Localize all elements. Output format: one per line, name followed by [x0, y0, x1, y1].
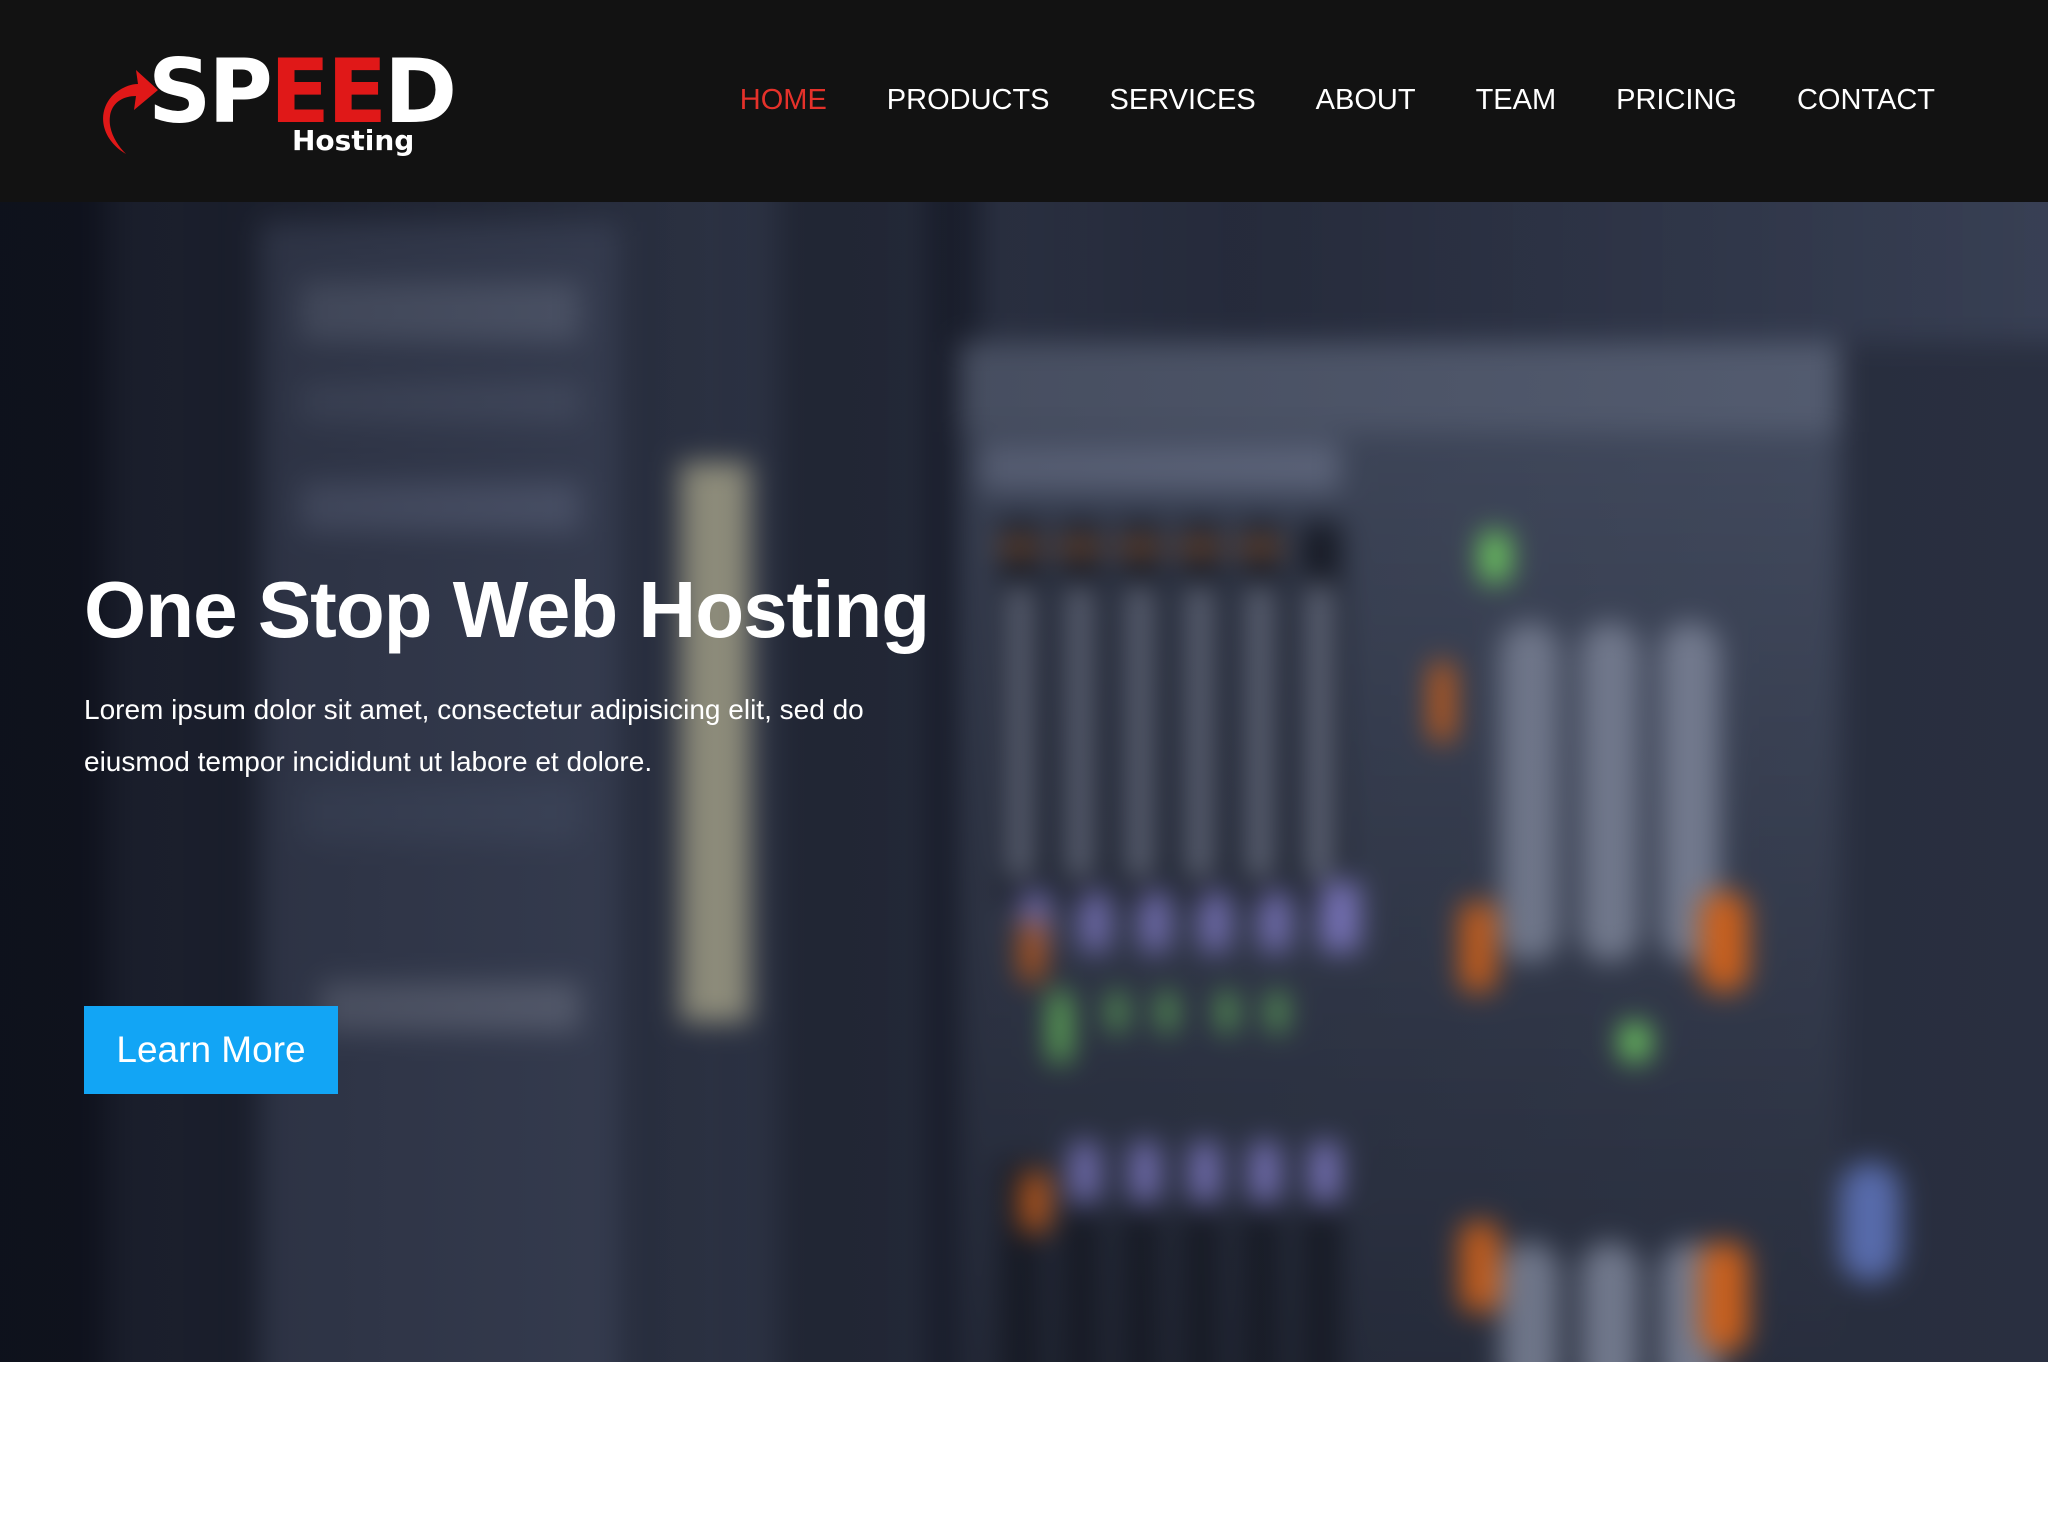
speed-hosting-logo[interactable]: SPEED Hosting [90, 44, 457, 162]
nav-item-team[interactable]: TEAM [1476, 84, 1557, 117]
nav-item-home[interactable]: HOME [740, 84, 827, 117]
logo-prefix: SP [148, 40, 273, 143]
nav-item-services[interactable]: SERVICES [1110, 84, 1256, 117]
nav-item-about[interactable]: ABOUT [1316, 84, 1416, 117]
hero-description: Lorem ipsum dolor sit amet, consectetur … [84, 694, 864, 777]
hero-title: One Stop Web Hosting [84, 565, 930, 654]
main-nav: HOME PRODUCTS SERVICES ABOUT TEAM PRICIN… [680, 76, 1935, 124]
hero-content: One Stop Web Hosting Lorem ipsum dolor s… [84, 562, 984, 1094]
nav-item-pricing[interactable]: PRICING [1616, 84, 1737, 117]
learn-more-button[interactable]: Learn More [84, 1006, 338, 1094]
nav-item-contact[interactable]: CONTACT [1797, 84, 1935, 117]
site-header: SPEED Hosting HOME PRODUCTS SERVICES ABO… [0, 0, 2048, 202]
hero-section: One Stop Web Hosting Lorem ipsum dolor s… [0, 202, 2048, 1362]
content-area [0, 1362, 2048, 1536]
logo-subtitle: Hosting [292, 124, 415, 157]
nav-item-products[interactable]: PRODUCTS [887, 84, 1050, 117]
